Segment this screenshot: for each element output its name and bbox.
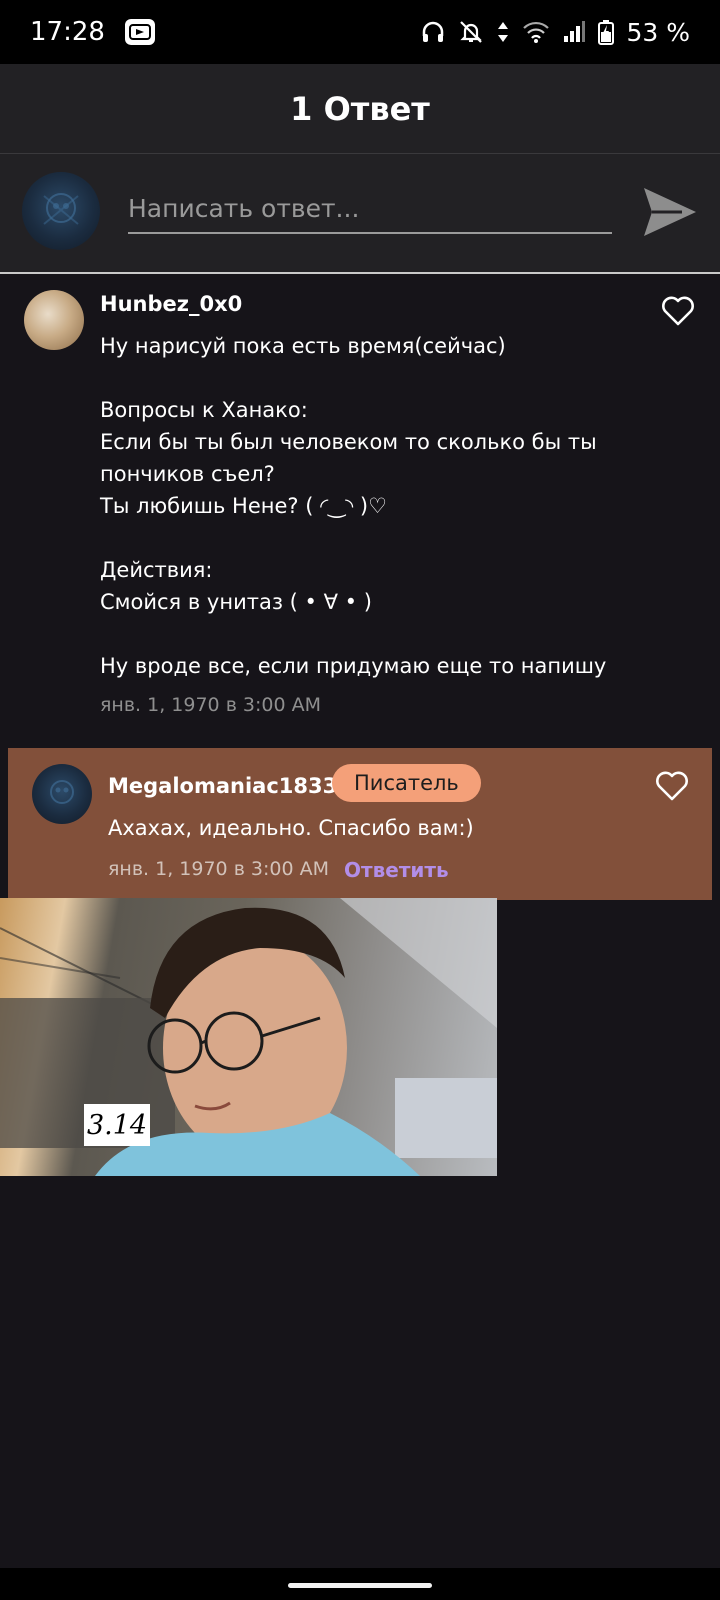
screen-cast-icon bbox=[124, 19, 155, 45]
mute-icon bbox=[458, 19, 484, 45]
headphones-icon bbox=[420, 19, 446, 45]
attachment-label: 3.14 bbox=[84, 1104, 150, 1146]
comment-text: Ну нарисуй пока есть время(сейчас) Вопро… bbox=[100, 334, 607, 678]
comment-author[interactable]: Hunbez_0x0 bbox=[100, 292, 242, 316]
header: 1 Ответ bbox=[0, 64, 720, 154]
battery-icon bbox=[598, 19, 615, 45]
send-icon bbox=[642, 186, 698, 242]
page-title: 1 Ответ bbox=[290, 89, 430, 128]
data-arrows-icon bbox=[496, 20, 510, 44]
battery-level: 53 % bbox=[626, 17, 690, 47]
navigation-bar bbox=[0, 1568, 720, 1600]
comment-author-avatar[interactable] bbox=[24, 290, 84, 350]
home-indicator[interactable] bbox=[288, 1583, 432, 1588]
reply-card: Megalomaniac1833 Писатель Ахахах, идеаль… bbox=[8, 748, 712, 900]
role-badge: Писатель bbox=[332, 764, 481, 802]
heart-outline-icon bbox=[661, 296, 695, 330]
reply-composer bbox=[0, 154, 720, 274]
status-time: 17:28 bbox=[30, 17, 105, 47]
reply-date: янв. 1, 1970 в 3:00 AM bbox=[108, 858, 330, 880]
comment-like-button[interactable] bbox=[660, 295, 696, 331]
wifi-icon bbox=[522, 20, 550, 44]
heart-outline-icon bbox=[655, 771, 689, 805]
status-bar: 17:28 53 % bbox=[0, 0, 720, 64]
reply-like-button[interactable] bbox=[654, 770, 690, 806]
comment-date: янв. 1, 1970 в 3:00 AM bbox=[100, 694, 322, 716]
signal-icon bbox=[562, 20, 586, 44]
reply-author[interactable]: Megalomaniac1833 bbox=[108, 774, 337, 798]
reply-text: Ахахах, идеально. Спасибо вам:) bbox=[108, 816, 474, 840]
reply-author-avatar[interactable] bbox=[32, 764, 92, 824]
attachment-photo[interactable]: 3.14 bbox=[0, 898, 497, 1176]
send-button[interactable] bbox=[640, 186, 700, 242]
reply-action-button[interactable]: Ответить bbox=[344, 858, 449, 882]
current-user-avatar bbox=[22, 172, 100, 250]
reply-input[interactable] bbox=[128, 184, 612, 234]
